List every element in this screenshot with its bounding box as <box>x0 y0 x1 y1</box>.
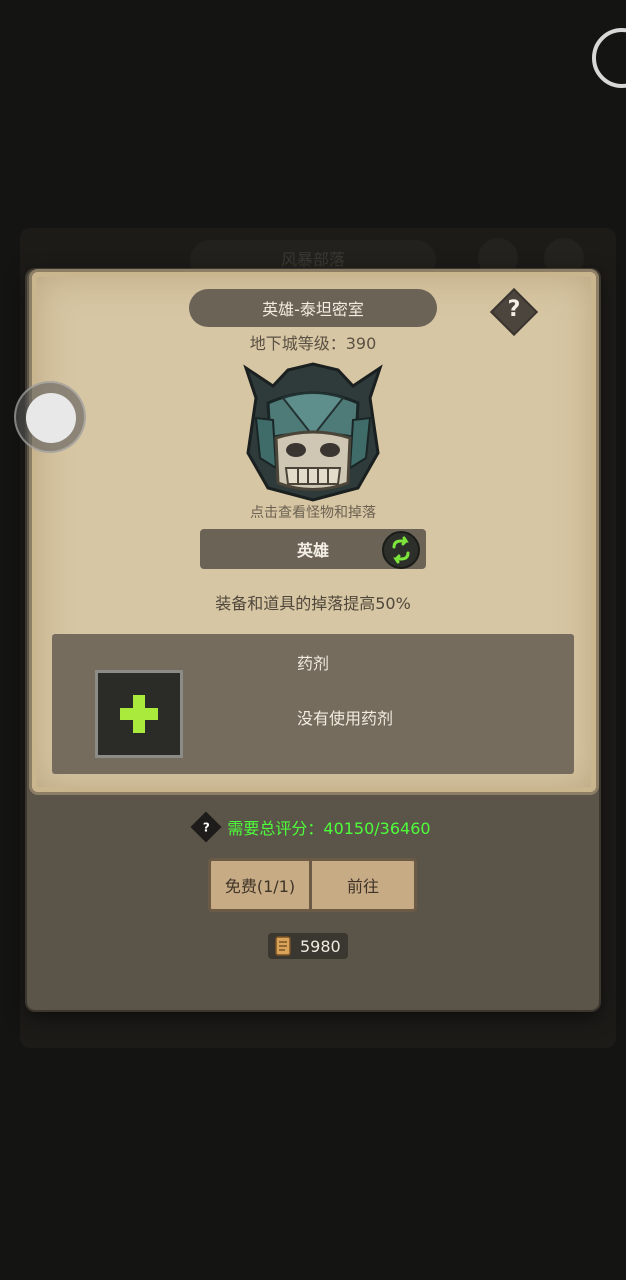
cost-badge: 5980 <box>268 933 348 959</box>
monster-drop-hint[interactable]: 点击查看怪物和掉落 <box>0 502 626 522</box>
add-potion-button[interactable] <box>95 670 183 758</box>
free-entry-button[interactable]: 免费(1/1) <box>208 858 312 912</box>
switch-difficulty-button[interactable] <box>382 531 420 569</box>
requirement-help-icon[interactable]: ? <box>190 811 222 843</box>
cost-amount: 5980 <box>300 936 341 956</box>
dungeon-title: 英雄-泰坦密室 <box>189 289 437 327</box>
boss-helmet-icon <box>243 362 383 502</box>
floating-assist-dot[interactable] <box>26 393 76 443</box>
score-requirement: ? 需要总评分：40150/36460 <box>0 811 626 843</box>
corner-ring-icon <box>592 28 626 88</box>
scroll-ticket-icon <box>275 936 291 956</box>
requirement-text: 需要总评分：40150/36460 <box>227 819 431 838</box>
plus-icon <box>120 695 158 733</box>
refresh-icon <box>392 536 410 564</box>
go-button[interactable]: 前往 <box>309 858 417 912</box>
difficulty-bonus: 装备和道具的掉落提高50% <box>215 594 411 613</box>
dungeon-level: 地下城等级：390 <box>249 334 377 353</box>
help-icon[interactable]: ? <box>497 292 531 328</box>
potion-empty-text: 没有使用药剂 <box>296 709 393 728</box>
boss-portrait[interactable] <box>238 358 388 504</box>
